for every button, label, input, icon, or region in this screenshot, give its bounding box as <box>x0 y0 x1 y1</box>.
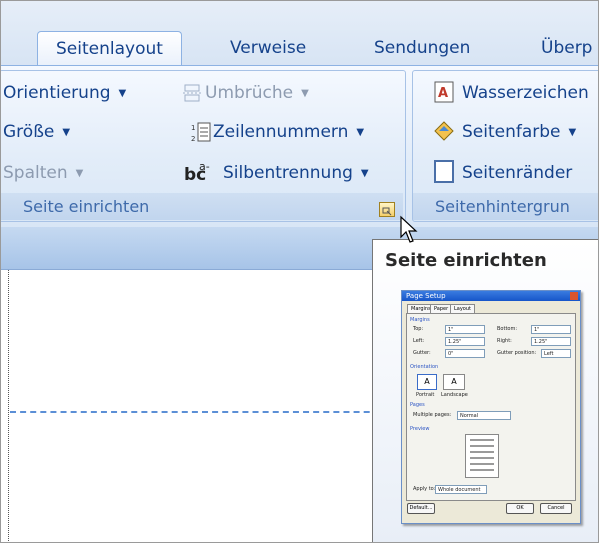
wasserzeichen-label: Wasserzeichen <box>462 83 589 103</box>
chevron-down-icon: ▼ <box>301 88 309 99</box>
umbrueche-icon <box>182 83 202 107</box>
gutter-position-value: Left <box>544 351 554 357</box>
multiple-pages-label: Multiple pages: <box>413 412 452 418</box>
seitenfarbe-button[interactable]: Seitenfarbe ▼ <box>462 119 576 145</box>
bottom-label: Bottom: <box>497 326 518 332</box>
multiple-pages-select: Normal <box>457 411 511 420</box>
wasserzeichen-button[interactable]: Wasserzeichen <box>462 80 589 106</box>
ribbon-tab-bar: Seitenlayout Verweise Sendungen Überp <box>1 1 598 67</box>
portrait-icon: A <box>417 374 437 390</box>
ok-button: OK <box>506 503 534 514</box>
tab-verweise[interactable]: Verweise <box>230 31 306 65</box>
page-break-dashed-line <box>10 411 400 413</box>
groesse-button[interactable]: Größe ▼ <box>3 119 70 145</box>
section-margins: Margins <box>410 317 430 323</box>
gutter-value: 0" <box>448 351 454 357</box>
mouse-cursor-icon <box>400 215 418 243</box>
section-pages: Pages <box>410 402 425 408</box>
landscape-label: Landscape <box>441 392 468 398</box>
page-setup-dialog-preview: Page Setup Margins Paper Layout Margins … <box>401 290 581 524</box>
tab-seitenlayout[interactable]: Seitenlayout <box>37 31 182 65</box>
right-input: 1.25" <box>531 337 571 346</box>
zeilennummern-button[interactable]: Zeilennummern ▼ <box>213 119 364 145</box>
svg-text:1: 1 <box>191 124 195 132</box>
dialog-panel: Margins Top: 1" Bottom: 1" Left: 1.25" R… <box>406 313 576 501</box>
gutter-position-select: Left <box>541 349 571 358</box>
section-preview: Preview <box>410 426 430 432</box>
umbrueche-label: Umbrüche <box>205 83 294 103</box>
top-value: 1" <box>448 327 454 333</box>
chevron-down-icon: ▼ <box>118 88 127 99</box>
seitenraender-button[interactable]: Seitenränder <box>462 160 572 186</box>
multiple-pages-value: Normal <box>460 413 479 419</box>
zeilennummern-label: Zeilennummern <box>213 122 349 142</box>
bottom-input: 1" <box>531 325 571 334</box>
apply-to-label: Apply to: <box>413 486 436 492</box>
chevron-down-icon: ▼ <box>62 127 71 138</box>
silbentrennung-label: Silbentrennung <box>223 163 353 183</box>
gutter-input: 0" <box>445 349 485 358</box>
close-icon <box>570 292 578 300</box>
chevron-down-icon: ▼ <box>75 168 84 179</box>
spalten-button[interactable]: Spalten ▼ <box>3 160 83 186</box>
svg-text:A: A <box>438 86 448 101</box>
wasserzeichen-icon: A <box>433 81 455 107</box>
tab-sendungen[interactable]: Sendungen <box>374 31 470 65</box>
chevron-down-icon: ▼ <box>360 168 369 179</box>
super-tooltip: Seite einrichten Page Setup Margins Pape… <box>372 239 598 542</box>
tooltip-title: Seite einrichten <box>385 250 547 271</box>
landscape-icon: A <box>443 374 465 390</box>
orientierung-label: Orientierung <box>3 83 111 103</box>
seitenraender-icon <box>433 160 455 188</box>
group-label-seite-einrichten: Seite einrichten <box>1 193 403 220</box>
default-button: Default... <box>407 503 435 514</box>
word-window: Seitenlayout Verweise Sendungen Überp Se… <box>0 0 599 543</box>
top-input: 1" <box>445 325 485 334</box>
svg-text:2: 2 <box>191 135 195 143</box>
seitenraender-label: Seitenränder <box>462 163 573 183</box>
svg-text:a-: a- <box>199 160 210 173</box>
silbentrennung-icon: bc a- <box>184 160 214 188</box>
zeilennummern-icon: 12 <box>191 121 211 147</box>
silbentrennung-button[interactable]: Silbentrennung ▼ <box>223 160 369 186</box>
spalten-label: Spalten <box>3 163 68 183</box>
right-label: Right: <box>497 338 512 344</box>
portrait-label: Portrait <box>416 392 435 398</box>
cancel-button: Cancel <box>540 503 572 514</box>
umbrueche-button[interactable]: Umbrüche ▼ <box>205 80 309 106</box>
section-orientation: Orientation <box>410 364 439 370</box>
dialog-launcher-icon <box>382 207 392 216</box>
group-label-seitenhintergrund: Seitenhintergrun <box>413 193 598 220</box>
ribbon: Seite einrichten Seitenhintergrun Orient… <box>1 65 598 228</box>
dialog-launcher-button[interactable] <box>379 202 395 217</box>
left-value: 1.25" <box>448 339 462 345</box>
groesse-label: Größe <box>3 122 55 142</box>
preview-page <box>465 434 499 478</box>
chevron-down-icon: ▼ <box>568 127 577 138</box>
left-label: Left: <box>413 338 425 344</box>
page-margin-dotted-line <box>8 270 9 542</box>
orientierung-button[interactable]: Orientierung ▼ <box>3 80 126 106</box>
tab-ueberpruefen[interactable]: Überp <box>541 31 592 65</box>
apply-to-value: Whole document <box>438 487 481 493</box>
gutter-label: Gutter: <box>413 350 431 356</box>
seitenfarbe-icon <box>431 119 457 147</box>
right-value: 1.25" <box>534 339 548 345</box>
bottom-value: 1" <box>534 327 540 333</box>
gutter-position-label: Gutter position: <box>497 350 537 356</box>
left-input: 1.25" <box>445 337 485 346</box>
apply-to-select: Whole document <box>435 485 487 494</box>
top-label: Top: <box>413 326 424 332</box>
dialog-title: Page Setup <box>402 291 580 301</box>
chevron-down-icon: ▼ <box>356 127 365 138</box>
seitenfarbe-label: Seitenfarbe <box>462 122 561 142</box>
